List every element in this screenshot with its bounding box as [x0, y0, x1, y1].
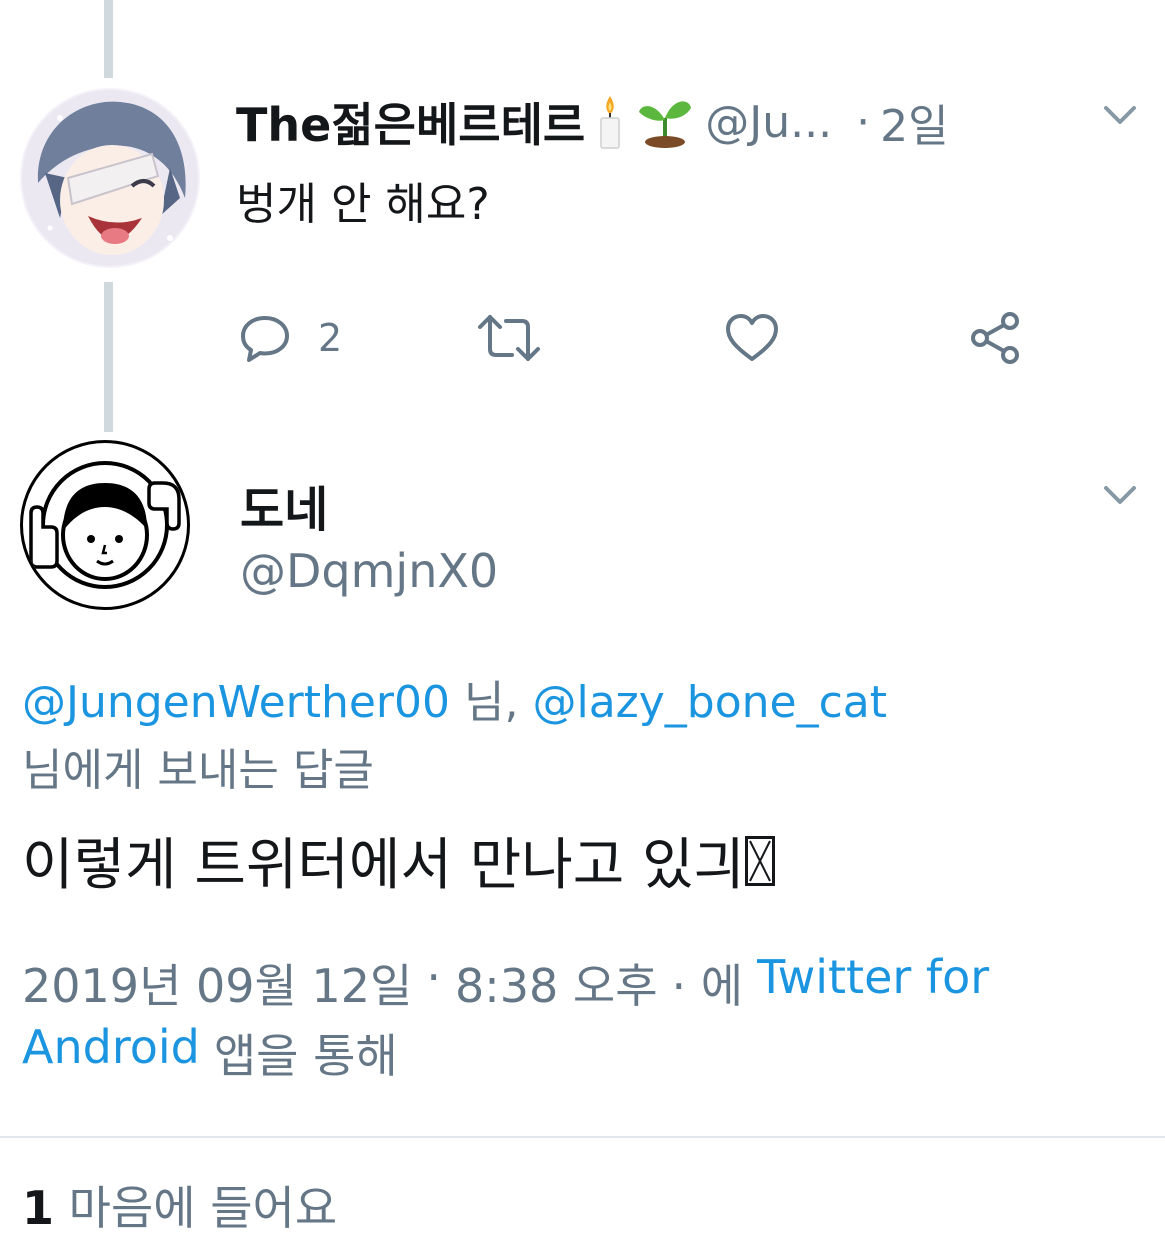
author-name[interactable]: 도네 [240, 470, 328, 540]
author-handle[interactable]: @DqmjnX0 [240, 544, 498, 598]
tweet-time[interactable]: 2일 [880, 90, 948, 154]
chevron-down-icon[interactable] [1100, 480, 1140, 512]
via-prefix: · 에 [671, 959, 744, 1013]
chevron-down-icon[interactable] [1100, 100, 1140, 132]
seedling-icon [635, 94, 695, 150]
tweet-time[interactable]: 8:38 오후 [455, 950, 658, 1016]
likes-count: 1 [22, 1181, 55, 1235]
reply-to-suffix: 님에게 보내는 답글 [22, 745, 374, 796]
separator-dot: · [426, 950, 441, 1004]
retweet-button[interactable] [476, 308, 542, 368]
prev-tweet-text: 벙개 안 해요? [236, 179, 490, 230]
avatar[interactable] [20, 440, 190, 610]
divider [0, 1136, 1165, 1138]
prev-tweet-header: The젊은베르테르 @Ju... · 2일 [236, 92, 949, 152]
author-handle[interactable]: @Ju... [705, 97, 832, 148]
tweet-date[interactable]: 2019년 09월 12일 [22, 950, 412, 1016]
via-suffix: 앱을 통해 [213, 1029, 398, 1083]
source-link[interactable]: Twitter for [757, 950, 989, 1016]
tweet-text-body: 이렇게 트위터에서 만나고 있긔 [22, 833, 746, 898]
mention-link[interactable]: @JungenWerther00 [22, 677, 450, 728]
candle-icon [595, 94, 625, 150]
tweet-meta: 2019년 09월 12일 · 8:38 오후 · 에 Twitter for [22, 950, 989, 1016]
source-link[interactable]: Android [22, 1020, 200, 1086]
thread-line-middle [104, 282, 113, 432]
share-icon [971, 312, 1019, 364]
share-button[interactable] [968, 308, 1024, 368]
reply-to-suffix: 님, [464, 677, 519, 728]
missing-glyph-icon [745, 835, 776, 886]
retweet-icon [478, 315, 540, 361]
reply-count: 2 [318, 316, 343, 360]
tweet-text: 이렇게 트위터에서 만나고 있긔 [22, 820, 776, 901]
like-button[interactable] [724, 308, 780, 368]
reply-to: @JungenWerther00 님, @lazy_bone_cat [22, 666, 887, 730]
likes-label: 마음에 들어요 [68, 1181, 338, 1235]
like-icon [726, 314, 778, 361]
tweet-meta-line2: Android 앱을 통해 [22, 1020, 398, 1086]
author-name[interactable]: The젊은베르테르 [236, 89, 585, 155]
mention-link[interactable]: @lazy_bone_cat [532, 677, 887, 728]
thread-line-top [104, 0, 113, 78]
separator-dot: · [856, 96, 871, 148]
reply-button[interactable]: 2 [238, 308, 342, 368]
avatar[interactable] [20, 88, 200, 268]
reply-icon [241, 316, 289, 362]
likes-stat[interactable]: 1 마음에 들어요 [22, 1172, 337, 1238]
